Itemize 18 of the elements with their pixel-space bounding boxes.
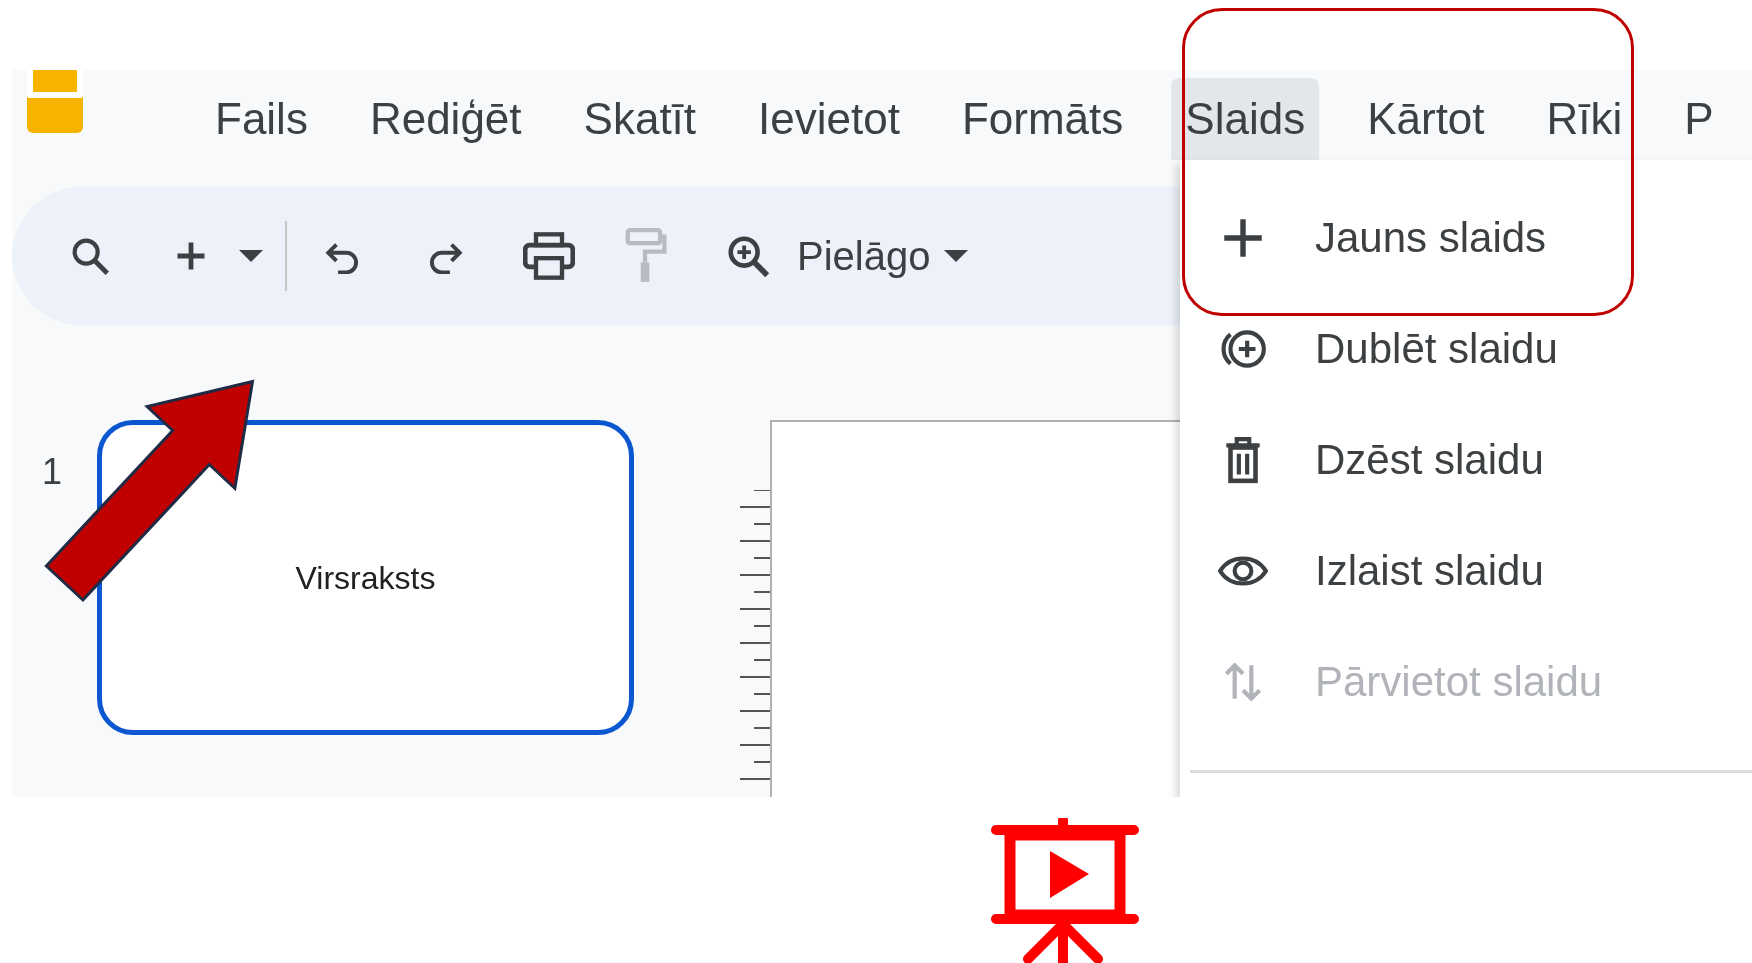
menu-item[interactable]: Rīki (1532, 78, 1637, 160)
menu-item[interactable]: Kārtot (1353, 78, 1499, 160)
zoom-dropdown[interactable]: Pielāgo (797, 226, 969, 286)
zoom-label: Pielāgo (797, 233, 931, 280)
slide-number: 1 (42, 450, 64, 494)
menu-item[interactable]: Dublēt slaidu (1180, 293, 1752, 404)
slide-title: Virsraksts (295, 558, 436, 598)
menu-item[interactable]: Ievietot (744, 78, 914, 160)
menu-item[interactable]: Jauns slaids (1180, 182, 1752, 293)
menu-item[interactable]: P (1670, 78, 1728, 160)
menu-item[interactable]: Formāts (947, 78, 1138, 160)
menu-item[interactable]: Fails (201, 78, 322, 160)
slide-thumbnail[interactable]: Virsraksts (97, 420, 634, 735)
menu-item[interactable]: Rediģēt (355, 78, 536, 160)
menu-item[interactable]: Dzēst slaidu (1180, 404, 1752, 515)
menu-item[interactable]: Izlaist slaidu (1180, 515, 1752, 626)
menu-item[interactable]: Skatīt (569, 78, 711, 160)
menu-item[interactable]: Slaids (1171, 78, 1320, 160)
